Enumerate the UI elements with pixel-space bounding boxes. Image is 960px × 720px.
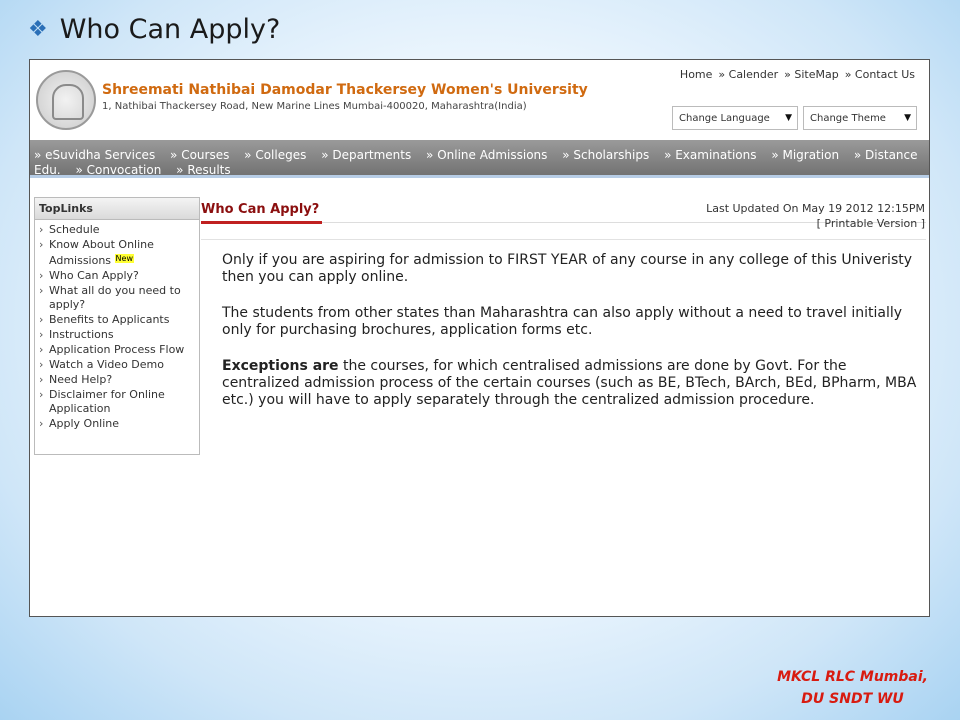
nav-departments[interactable]: » Departments (321, 148, 411, 162)
chevron-right-icon: › (39, 269, 44, 282)
nav-row-1: » eSuvidha Services » Courses » Colleges… (34, 148, 929, 162)
sidebar-item-need-help[interactable]: › Need Help? (39, 373, 197, 387)
sidebar-item-label: Schedule (49, 223, 100, 236)
sidebar-item-what-all-do-you-need[interactable]: › What all do you need to apply? (39, 284, 197, 312)
main-content: Only if you are aspiring for admission t… (222, 252, 918, 428)
change-theme-label: Change Theme (810, 113, 886, 124)
sidebar-item-know-about-online-admissions[interactable]: › Know About Online Admissions New (39, 238, 197, 268)
sidebar-item-label: Apply Online (49, 417, 120, 430)
sidebar-item-apply-online[interactable]: › Apply Online (39, 417, 197, 431)
sidebar-item-instructions[interactable]: › Instructions (39, 328, 197, 342)
change-theme-select[interactable]: Change Theme ▼ (803, 106, 917, 130)
nav-divider (30, 175, 929, 178)
content-divider (201, 239, 926, 240)
nav-examinations[interactable]: » Examinations (664, 148, 756, 162)
sidebar-item-label: Need Help? (49, 373, 113, 386)
paragraph-exceptions: Exceptions are the courses, for which ce… (222, 358, 918, 409)
last-updated-text: Last Updated On May 19 2012 12:15PM (706, 202, 925, 215)
dropdown-arrow-icon: ▼ (785, 113, 792, 123)
university-logo-icon (36, 70, 96, 130)
heading-underline (201, 221, 322, 224)
contact-us-link[interactable]: » Contact Us (845, 68, 915, 81)
update-info: Last Updated On May 19 2012 12:15PM [ Pr… (706, 201, 925, 231)
site-header: Shreemati Nathibai Damodar Thackersey Wo… (30, 60, 929, 140)
nav-distance-edu[interactable]: » Distance (854, 148, 918, 162)
chevron-right-icon: › (39, 388, 44, 401)
page-heading: Who Can Apply? (201, 202, 320, 217)
sidebar-item-who-can-apply[interactable]: › Who Can Apply? (39, 269, 197, 283)
chevron-right-icon: › (39, 313, 44, 326)
university-address: 1, Nathibai Thackersey Road, New Marine … (102, 101, 527, 112)
nav-colleges[interactable]: » Colleges (244, 148, 306, 162)
sidebar-item-label: Instructions (49, 328, 114, 341)
sidebar-item-label: Benefits to Applicants (49, 313, 170, 326)
chevron-right-icon: › (39, 284, 44, 297)
slide-title-text: Who Can Apply? (59, 14, 281, 45)
paragraph-first-year: Only if you are aspiring for admission t… (222, 252, 913, 285)
chevron-right-icon: › (39, 343, 44, 356)
sidebar-item-label: What all do you need to apply? (49, 284, 181, 311)
toplinks-sidebar: TopLinks › Schedule › Know About Online Ad… (34, 197, 200, 455)
nav-scholarships[interactable]: » Scholarships (562, 148, 649, 162)
sidebar-item-label: Know About Online Admissions (49, 238, 154, 267)
home-link[interactable]: Home (680, 68, 712, 81)
calender-link[interactable]: » Calender (718, 68, 778, 81)
website-screenshot: Shreemati Nathibai Damodar Thackersey Wo… (29, 59, 930, 617)
sidebar-item-benefits-to-applicants[interactable]: › Benefits to Applicants (39, 313, 197, 327)
sidebar-item-label: Who Can Apply? (49, 269, 139, 282)
sidebar-item-schedule[interactable]: › Schedule (39, 223, 197, 237)
nav-courses[interactable]: » Courses (170, 148, 229, 162)
nav-migration[interactable]: » Migration (771, 148, 839, 162)
slide-title: ❖ Who Can Apply? (28, 14, 280, 45)
new-badge: New (114, 254, 134, 263)
sidebar-heading: TopLinks (35, 198, 199, 220)
sidebar-item-disclaimer[interactable]: › Disclaimer for Online Application (39, 388, 197, 416)
diamond-bullet-icon: ❖ (28, 16, 48, 42)
change-language-label: Change Language (679, 113, 770, 124)
sitemap-link[interactable]: » SiteMap (784, 68, 839, 81)
chevron-right-icon: › (39, 238, 44, 251)
slide-footer: MKCL RLC Mumbai, DU SNDT WU (777, 666, 928, 710)
sidebar-item-watch-a-video-demo[interactable]: › Watch a Video Demo (39, 358, 197, 372)
chevron-right-icon: › (39, 417, 44, 430)
footer-line-1: MKCL RLC Mumbai, (777, 669, 928, 685)
nav-online-admissions[interactable]: » Online Admissions (426, 148, 547, 162)
sidebar-item-label: Watch a Video Demo (49, 358, 164, 371)
paragraph-other-states: The students from other states than Maha… (222, 305, 903, 338)
change-language-select[interactable]: Change Language ▼ (672, 106, 798, 130)
sidebar-item-label: Application Process Flow (49, 343, 185, 356)
sidebar-item-label: Disclaimer for Online Application (49, 388, 165, 415)
chevron-right-icon: › (39, 358, 44, 371)
printable-version-link[interactable]: [ Printable Version ] (706, 216, 925, 231)
university-name: Shreemati Nathibai Damodar Thackersey Wo… (102, 82, 588, 98)
sidebar-item-application-process-flow[interactable]: › Application Process Flow (39, 343, 197, 357)
main-nav: » eSuvidha Services » Courses » Colleges… (30, 140, 929, 178)
exceptions-bold: Exceptions are (222, 358, 339, 374)
chevron-right-icon: › (39, 373, 44, 386)
dropdown-arrow-icon: ▼ (904, 113, 911, 123)
chevron-right-icon: › (39, 328, 44, 341)
footer-line-2: DU SNDT WU (801, 691, 904, 707)
sidebar-list: › Schedule › Know About Online Admissions … (35, 220, 199, 431)
nav-esuvidha-services[interactable]: » eSuvidha Services (34, 148, 155, 162)
chevron-right-icon: › (39, 223, 44, 236)
top-links: Home » Calender » SiteMap » Contact Us (680, 68, 915, 81)
